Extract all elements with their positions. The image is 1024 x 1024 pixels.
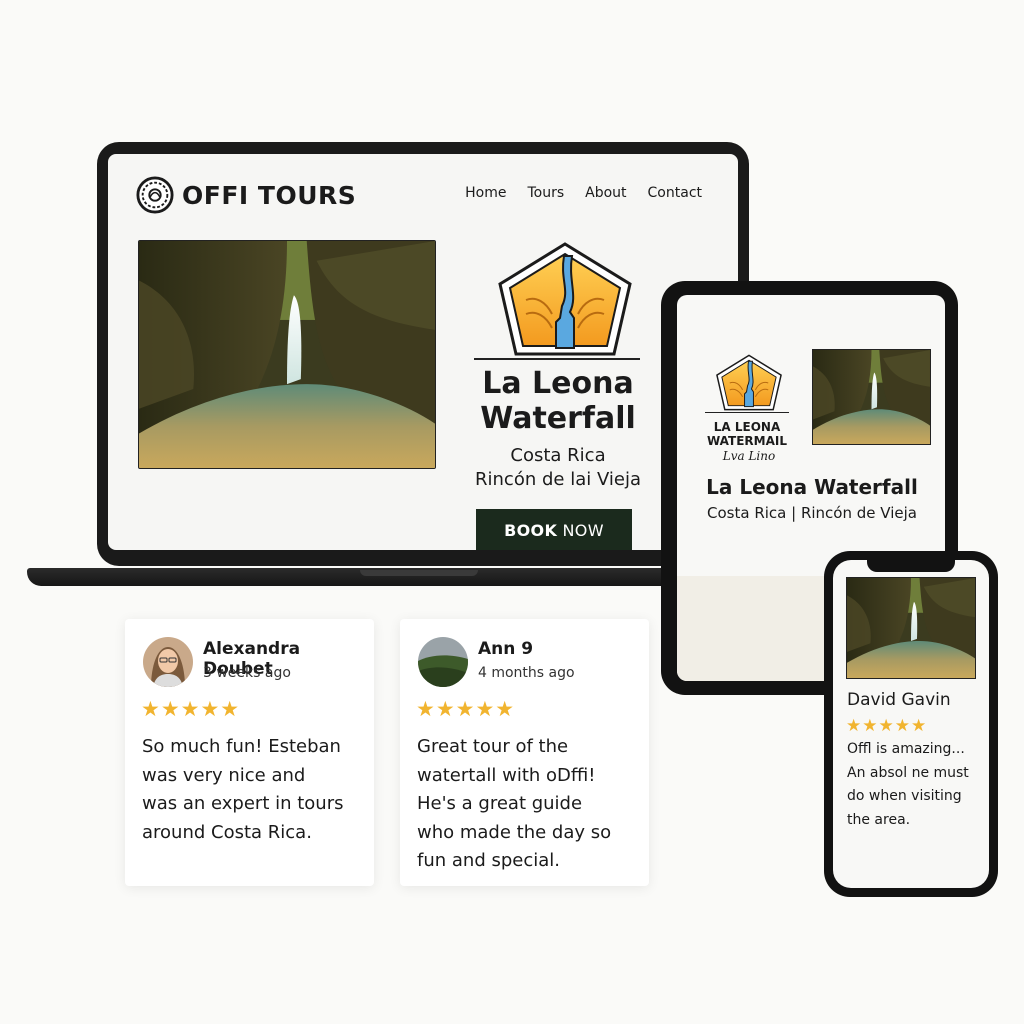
brand-logo-icon <box>136 176 174 214</box>
nav-about[interactable]: About <box>585 185 626 201</box>
review-line: Offl is amazing... <box>847 741 965 757</box>
tablet-title: La Leona Waterfall <box>706 475 918 499</box>
phone-waterfall-image <box>846 577 976 679</box>
phone-star-rating: ★★★★★ <box>846 716 928 736</box>
hero-waterfall-image <box>138 240 436 469</box>
review-line: watertall with oDffi! <box>417 764 596 786</box>
phone-screen: David Gavin ★★★★★ Offl is amazing... An … <box>833 560 989 888</box>
review-line: He's a great guide <box>417 793 583 814</box>
brand-name: OFFI TOURS <box>182 180 357 210</box>
review-text: So much fun! Esteban was very nice and w… <box>142 733 362 847</box>
la-leona-logo <box>490 240 640 360</box>
logo-divider <box>474 358 640 360</box>
laptop-hinge <box>360 570 478 576</box>
hero-title-line: La Leona <box>482 366 634 401</box>
review-line: who made the day so <box>417 821 612 843</box>
main-nav: Home Tours About Contact <box>465 185 702 201</box>
hero-location-line: Costa Rica <box>510 445 606 466</box>
logo-script-text: Lva Lino <box>722 449 776 463</box>
nav-home[interactable]: Home <box>465 185 506 201</box>
logo-text-line: LA LEONA <box>713 420 781 434</box>
hero-title-line: Waterfall <box>480 401 636 436</box>
star-rating: ★★★★★ <box>416 697 516 721</box>
book-now-button[interactable]: BOOK NOW <box>476 509 632 550</box>
laptop-screen: OFFI TOURS Home Tours About Contact La L… <box>108 154 738 550</box>
phone-notch <box>867 560 955 572</box>
review-date: 3 weeks ago <box>203 665 291 681</box>
hero-location: Costa Rica Rincón de lai Vieja <box>448 444 668 492</box>
site-brand[interactable]: OFFI TOURS <box>136 176 356 214</box>
review-card: Alexandra Doubet 3 weeks ago ★★★★★ So mu… <box>125 619 374 886</box>
logo-text-line: WATERMAIL <box>706 434 787 448</box>
tablet-waterfall-image <box>812 349 931 445</box>
book-label-rest: NOW <box>557 520 604 540</box>
review-line: was very nice and <box>142 764 306 786</box>
nav-contact[interactable]: Contact <box>648 185 702 201</box>
review-line: do when visiting <box>847 788 962 804</box>
review-line: was an expert in tours <box>142 793 344 814</box>
nav-tours[interactable]: Tours <box>527 185 564 201</box>
hero-title: La Leona Waterfall <box>448 366 668 436</box>
avatar <box>143 637 193 687</box>
la-leona-logo <box>712 353 786 413</box>
phone-reviewer-name: David Gavin <box>847 690 951 710</box>
review-line: An absol ne must <box>847 764 969 781</box>
review-line: the area. <box>847 811 911 828</box>
tablet-subtitle: Costa Rica | Rincón de Vieja <box>707 504 917 522</box>
review-line: around Costa Rica. <box>142 821 312 843</box>
phone-review-text: Offl is amazing... An absol ne must do w… <box>847 738 982 832</box>
review-card: Ann 9 4 months ago ★★★★★ Great tour of t… <box>400 619 649 886</box>
review-line: So much fun! Esteban <box>142 736 341 757</box>
logo-divider <box>705 412 789 413</box>
hero-location-line: Rincón de lai Vieja <box>475 469 641 490</box>
review-text: Great tour of the watertall with oDffi! … <box>417 733 637 876</box>
review-line: fun and special. <box>417 850 560 871</box>
avatar <box>418 637 468 687</box>
book-label-bold: BOOK <box>504 520 558 540</box>
reviewer-name: Ann 9 <box>478 639 534 659</box>
review-line: Great tour of the <box>417 736 569 757</box>
review-date: 4 months ago <box>478 665 575 681</box>
logo-text: LA LEONA WATERMAIL <box>695 420 799 448</box>
star-rating: ★★★★★ <box>141 697 241 721</box>
